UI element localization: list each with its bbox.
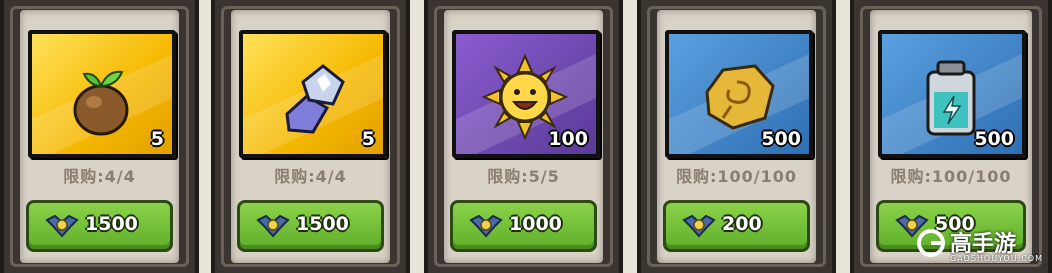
- item-tile[interactable]: 100: [452, 30, 600, 158]
- buy-button[interactable]: 1000: [450, 200, 597, 252]
- shop-card-seed[interactable]: 5 限购:4/4 1500: [0, 0, 199, 273]
- item-quantity: 100: [548, 128, 588, 150]
- item-tile[interactable]: 500: [878, 30, 1026, 158]
- price-label: 1000: [509, 213, 562, 235]
- purchase-limit: 限购:100/100: [890, 167, 1012, 186]
- price-label: 1500: [296, 213, 349, 235]
- emblem-coin-icon: [256, 214, 290, 238]
- item-quantity: 5: [361, 128, 375, 150]
- crystal-icon: [285, 64, 345, 134]
- buy-button[interactable]: 200: [663, 200, 810, 252]
- emblem-coin-icon: [469, 214, 503, 238]
- purchase-limit: 限购:100/100: [675, 167, 798, 186]
- item-tile[interactable]: 5: [239, 30, 387, 158]
- shop-card-crystal[interactable]: 5 限购:4/4 1500: [211, 0, 410, 273]
- emblem-coin-icon: [682, 214, 716, 238]
- watermark-url: GAOSHOUYOU.COM: [950, 254, 1044, 263]
- price-label: 200: [722, 213, 762, 235]
- item-quantity: 500: [761, 128, 801, 150]
- buy-button[interactable]: 1500: [237, 200, 384, 252]
- gaoshouyou-logo-icon: [917, 229, 945, 257]
- item-tile[interactable]: 5: [28, 30, 176, 158]
- purchase-limit: 限购:5/5: [487, 167, 560, 186]
- purchase-limit: 限购:4/4: [63, 167, 136, 186]
- gap: [836, 0, 850, 273]
- purchase-limit: 限购:4/4: [274, 167, 347, 186]
- buy-button[interactable]: 1500: [26, 200, 173, 252]
- gap: [623, 0, 637, 273]
- gap: [410, 0, 424, 273]
- item-quantity: 5: [150, 128, 164, 150]
- shop-card-rune-stone[interactable]: 500 限购:100/100 200: [637, 0, 836, 273]
- item-quantity: 500: [974, 128, 1014, 150]
- shop-card-sun[interactable]: 100 限购:5/5 1000: [424, 0, 623, 273]
- gap: [199, 0, 211, 273]
- price-label: 1500: [85, 213, 138, 235]
- emblem-coin-icon: [45, 214, 79, 238]
- watermark: 高手游 GAOSHOUYOU.COM: [916, 226, 1046, 270]
- seed-icon: [73, 70, 129, 136]
- item-tile[interactable]: 500: [665, 30, 813, 158]
